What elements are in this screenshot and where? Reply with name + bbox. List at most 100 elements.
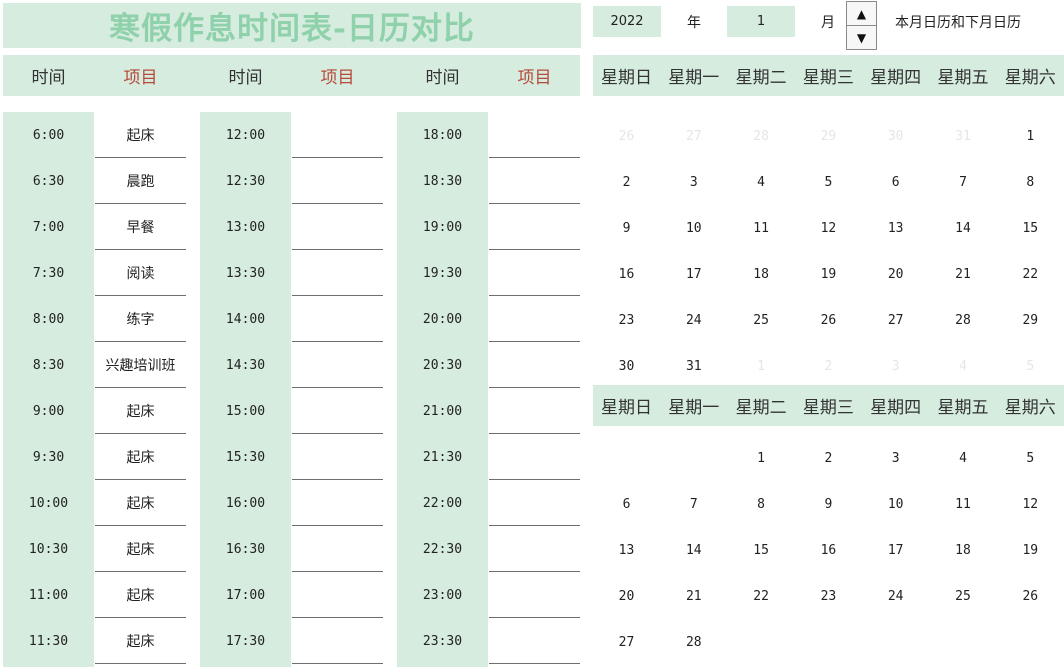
activity-cell[interactable] <box>489 572 580 618</box>
activity-cell[interactable] <box>489 434 580 480</box>
spinner-down-icon[interactable]: ▼ <box>847 26 876 49</box>
activity-cell[interactable] <box>489 342 580 388</box>
calendar-day: 1 <box>1026 128 1035 144</box>
activity-cell[interactable] <box>292 526 383 572</box>
activity-cell[interactable] <box>292 112 383 158</box>
activity-cell[interactable]: 起床 <box>95 112 186 158</box>
calendar-day: 16 <box>820 542 837 558</box>
time-slot: 6:00 <box>32 127 65 143</box>
activity-cell[interactable]: 起床 <box>95 388 186 434</box>
activity-cell[interactable]: 起床 <box>95 618 186 664</box>
activity-cell[interactable] <box>292 342 383 388</box>
header-item-3: 项目 <box>517 68 552 88</box>
activity-cell[interactable] <box>489 526 580 572</box>
activity-cell[interactable]: 起床 <box>95 572 186 618</box>
time-slot: 21:00 <box>422 403 463 419</box>
activity-cell[interactable]: 兴趣培训班 <box>95 342 186 388</box>
calendar-day: 27 <box>618 634 635 650</box>
time-column-morning: 6:00 6:30 7:00 7:30 8:00 8:30 9:00 9:30 10:00 10:… <box>3 112 94 667</box>
activity-cell[interactable] <box>489 158 580 204</box>
time-slot: 6:30 <box>32 173 65 189</box>
month-input[interactable]: 1 <box>727 6 795 37</box>
calendar-day: 23 <box>820 588 837 604</box>
weekday-label: 星期四 <box>870 68 922 88</box>
time-slot: 7:30 <box>32 265 65 281</box>
calendar-day: 26 <box>1022 588 1039 604</box>
calendar-caption: 本月日历和下月日历 <box>895 14 1021 31</box>
activity-cell[interactable] <box>292 572 383 618</box>
calendar-day <box>862 619 929 665</box>
calendar-day: 30 <box>618 358 635 374</box>
year-input[interactable]: 2022 <box>593 6 661 37</box>
time-slot: 13:00 <box>225 219 266 235</box>
calendar-day: 3 <box>891 450 900 466</box>
month-spinner[interactable]: ▲ ▼ <box>846 1 877 50</box>
activity-cell[interactable] <box>489 618 580 664</box>
activity-cell[interactable] <box>489 388 580 434</box>
activity-cell[interactable] <box>292 618 383 664</box>
calendar-day: 30 <box>887 128 904 144</box>
time-column-evening: 18:00 18:30 19:00 19:30 20:00 20:30 21:00 21:30… <box>397 112 488 667</box>
time-slot: 15:30 <box>225 449 266 465</box>
activity-cell[interactable] <box>292 296 383 342</box>
calendar-day: 5 <box>1026 358 1035 374</box>
calendar-day: 8 <box>1026 174 1035 190</box>
activity-cell[interactable]: 早餐 <box>95 204 186 250</box>
calendar-day: 17 <box>887 542 904 558</box>
calendar-day: 3 <box>891 358 900 374</box>
activity-cell[interactable] <box>489 112 580 158</box>
calendar-day: 20 <box>618 588 635 604</box>
weekday-label: 星期五 <box>937 68 989 88</box>
activity-cell[interactable] <box>292 204 383 250</box>
time-slot: 19:00 <box>422 219 463 235</box>
time-slot: 10:00 <box>28 495 69 511</box>
calendar-day: 19 <box>1022 542 1039 558</box>
activity-cell[interactable] <box>292 388 383 434</box>
spinner-up-icon[interactable]: ▲ <box>847 2 876 26</box>
time-slot: 14:00 <box>225 311 266 327</box>
weekday-label: 星期五 <box>937 398 989 418</box>
time-slot: 18:30 <box>422 173 463 189</box>
time-slot: 11:30 <box>28 633 69 649</box>
calendar-day: 12 <box>1022 496 1039 512</box>
calendar-day: 31 <box>955 128 971 144</box>
calendar-day: 23 <box>618 312 635 328</box>
calendar-day: 10 <box>887 496 904 512</box>
weekday-label: 星期日 <box>601 68 652 88</box>
activity-cell[interactable] <box>292 158 383 204</box>
calendar-day: 7 <box>959 174 967 190</box>
calendar-day: 7 <box>689 496 698 512</box>
activity-cell[interactable]: 起床 <box>95 526 186 572</box>
time-slot: 20:00 <box>422 311 463 327</box>
activity-cell[interactable] <box>292 250 383 296</box>
calendar-day: 1 <box>757 450 765 466</box>
activity-cell[interactable]: 晨跑 <box>95 158 186 204</box>
weekday-label: 星期一 <box>668 68 720 88</box>
activity-cell[interactable]: 起床 <box>95 480 186 526</box>
activity-cell[interactable] <box>292 434 383 480</box>
calendar-day: 9 <box>824 496 833 512</box>
calendar-day: 21 <box>955 266 971 282</box>
weekday-header-next: 星期日 星期一 星期二 星期三 星期四 星期五 星期六 <box>593 385 1064 426</box>
time-slot: 13:30 <box>225 265 266 281</box>
calendar-day: 4 <box>959 450 967 466</box>
calendar-day: 10 <box>685 220 702 236</box>
activity-cell[interactable]: 起床 <box>95 434 186 480</box>
time-slot: 8:00 <box>32 311 65 327</box>
calendar-day: 18 <box>955 542 971 558</box>
calendar-day: 13 <box>887 220 904 236</box>
activity-cell[interactable]: 练字 <box>95 296 186 342</box>
activity-cell[interactable] <box>292 480 383 526</box>
activity-cell[interactable] <box>489 296 580 342</box>
calendar-day: 2 <box>824 358 833 374</box>
calendar-day: 28 <box>685 634 702 650</box>
activity-cell[interactable] <box>489 204 580 250</box>
calendar-day: 29 <box>1022 312 1039 328</box>
time-slot: 15:00 <box>225 403 266 419</box>
activity-cell[interactable] <box>489 480 580 526</box>
time-slot: 7:00 <box>32 219 65 235</box>
calendar-day: 24 <box>685 312 702 328</box>
item-column-afternoon <box>292 112 383 667</box>
activity-cell[interactable] <box>489 250 580 296</box>
activity-cell[interactable]: 阅读 <box>95 250 186 296</box>
